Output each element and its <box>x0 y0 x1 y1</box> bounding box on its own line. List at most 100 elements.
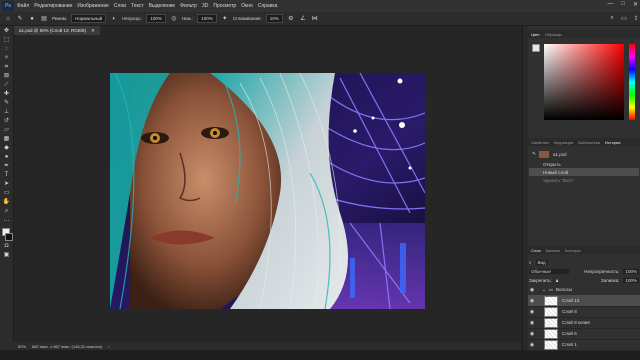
eyedropper-tool-icon[interactable]: ⟋ <box>2 82 11 89</box>
quick-select-tool-icon[interactable]: ✧ <box>2 55 11 62</box>
layer-kind-select[interactable]: Вид <box>535 259 548 265</box>
crop-tool-icon[interactable]: ⌗ <box>2 64 11 71</box>
eye-icon[interactable]: ◉ <box>528 331 536 337</box>
history-item[interactable]: Открыть <box>529 160 639 168</box>
maximize-button[interactable]: □ <box>621 1 625 8</box>
search-icon[interactable]: ⌕ <box>608 15 616 23</box>
eye-icon[interactable]: ◉ <box>528 342 536 348</box>
menu-filter[interactable]: Фильтр <box>180 3 197 9</box>
eraser-tool-icon[interactable]: ▱ <box>2 127 11 134</box>
layers-panel-tabs: Слои Каналы Контуры <box>528 246 640 254</box>
history-item[interactable]: Удалить "Взгл" <box>529 176 639 184</box>
symmetry-icon[interactable]: ⋈ <box>311 15 319 23</box>
menu-window[interactable]: Окно <box>241 3 253 9</box>
document-tab[interactable]: a1.psd @ 50% (Слой 13, RGB/8) ✕ <box>14 26 100 35</box>
brush-tool-icon[interactable]: ✎ <box>2 100 11 107</box>
healing-tool-icon[interactable]: ✚ <box>2 91 11 98</box>
layer-thumbnail <box>544 339 558 350</box>
flow-label: Наж.: <box>181 16 194 21</box>
gear-icon[interactable]: ⚙ <box>287 15 295 23</box>
stamp-tool-icon[interactable]: ⊥ <box>2 109 11 116</box>
tab-channels[interactable]: Каналы <box>546 248 560 253</box>
opacity-pressure-icon[interactable]: ◐ <box>110 15 118 23</box>
menu-file[interactable]: Файл <box>17 3 29 9</box>
minimize-button[interactable]: — <box>607 1 613 8</box>
brush-size-icon[interactable]: ● <box>28 15 36 23</box>
document-canvas-image[interactable] <box>110 73 425 309</box>
mode-select[interactable]: Нормальный <box>71 14 107 23</box>
blend-mode-select[interactable]: Обычные <box>529 268 569 274</box>
mode-label: Режим: <box>52 16 68 21</box>
menu-3d[interactable]: 3D <box>202 3 208 9</box>
screen-mode-icon[interactable]: ▣ <box>2 252 11 259</box>
smoothing-input[interactable]: 10% <box>265 14 283 23</box>
shape-tool-icon[interactable]: ▭ <box>2 190 11 197</box>
layer-opacity-input[interactable]: 100% <box>623 268 639 274</box>
snapshot-label: a1.psd <box>553 151 567 157</box>
lasso-tool-icon[interactable]: ◌ <box>2 46 11 53</box>
tab-color[interactable]: Цвет <box>531 32 540 37</box>
close-tab-icon[interactable]: ✕ <box>91 28 95 34</box>
tab-layers[interactable]: Слои <box>531 248 541 253</box>
eye-icon[interactable]: ◉ <box>528 320 536 326</box>
brush-tool-preset-icon[interactable]: ✎ <box>16 15 24 23</box>
tab-adjustments[interactable]: Коррекция <box>554 140 574 145</box>
eye-icon[interactable]: ◉ <box>528 298 536 304</box>
dodge-tool-icon[interactable]: ● <box>2 154 11 161</box>
tab-paths[interactable]: Контуры <box>565 248 581 253</box>
workspace-icon[interactable]: ▭ <box>620 15 628 23</box>
history-snapshot[interactable]: ✎ a1.psd <box>529 150 639 158</box>
status-bar: 50% 880 пикс. х 667 пикс. (146,31 пикс/c… <box>0 342 522 350</box>
tab-libraries[interactable]: Библиотеки <box>578 140 600 145</box>
tab-history[interactable]: История <box>605 140 621 145</box>
marquee-tool-icon[interactable]: ⬚ <box>2 37 11 44</box>
type-tool-icon[interactable]: T <box>2 172 11 179</box>
angle-icon[interactable]: ∠ <box>299 15 307 23</box>
zoom-tool-icon[interactable]: ⌕ <box>2 208 11 215</box>
portrait-photo <box>110 73 425 309</box>
pressure-icon[interactable]: ◎ <box>170 15 178 23</box>
chevron-right-icon[interactable]: › <box>108 344 109 349</box>
foreground-swatch[interactable] <box>532 44 540 52</box>
menu-layers[interactable]: Слои <box>114 3 126 9</box>
hue-slider[interactable] <box>629 44 635 120</box>
airbrush-icon[interactable]: ✦ <box>221 15 229 23</box>
menu-type[interactable]: Текст <box>131 3 144 9</box>
history-item[interactable]: Новый слой <box>529 168 639 176</box>
menu-view[interactable]: Просмотр <box>213 3 236 9</box>
layers-lock-row: Закрепить: 🔒︎ Заливка: 100% <box>529 276 639 284</box>
background-color-swatch[interactable] <box>5 233 13 241</box>
fill-input[interactable]: 100% <box>623 277 639 283</box>
color-field[interactable] <box>544 44 624 120</box>
pen-tool-icon[interactable]: ✒ <box>2 163 11 170</box>
gradient-tool-icon[interactable]: ▦ <box>2 136 11 143</box>
tab-properties[interactable]: Свойства <box>531 140 549 145</box>
flow-input[interactable]: 100% <box>197 14 217 23</box>
brush-settings-icon[interactable]: ▤ <box>40 15 48 23</box>
quick-mask-icon[interactable]: ◘ <box>2 243 11 250</box>
zoom-level[interactable]: 50% <box>18 344 26 349</box>
opacity-input[interactable]: 100% <box>146 14 166 23</box>
path-select-tool-icon[interactable]: ➤ <box>2 181 11 188</box>
move-tool-icon[interactable]: ✥ <box>2 28 11 35</box>
layer-group-name: Волосы <box>556 287 573 292</box>
blur-tool-icon[interactable]: ◆ <box>2 145 11 152</box>
chevron-down-icon[interactable]: ⌄ <box>542 287 546 293</box>
eye-icon[interactable]: ◉ <box>528 287 536 293</box>
layer-name: Слой 1 <box>562 342 577 347</box>
lock-icon[interactable]: 🔒︎ <box>556 278 558 283</box>
more-tools-icon[interactable]: … <box>2 217 11 224</box>
menu-image[interactable]: Изображение <box>77 3 109 9</box>
hand-tool-icon[interactable]: ✋ <box>2 199 11 206</box>
frame-tool-icon[interactable]: ⊠ <box>2 73 11 80</box>
eye-icon[interactable]: ◉ <box>528 309 536 315</box>
menu-help[interactable]: Справка <box>258 3 278 9</box>
menu-edit[interactable]: Редактирование <box>34 3 72 9</box>
layer-row[interactable]: ◉ Слой 1 <box>528 339 640 351</box>
home-icon[interactable]: ⌂ <box>4 15 12 23</box>
tab-swatches[interactable]: Образцы <box>545 32 562 37</box>
share-icon[interactable]: ⇪ <box>632 15 640 23</box>
history-brush-tool-icon[interactable]: ↺ <box>2 118 11 125</box>
menu-select[interactable]: Выделение <box>149 3 176 9</box>
close-window-button[interactable]: ✕ <box>633 1 638 8</box>
